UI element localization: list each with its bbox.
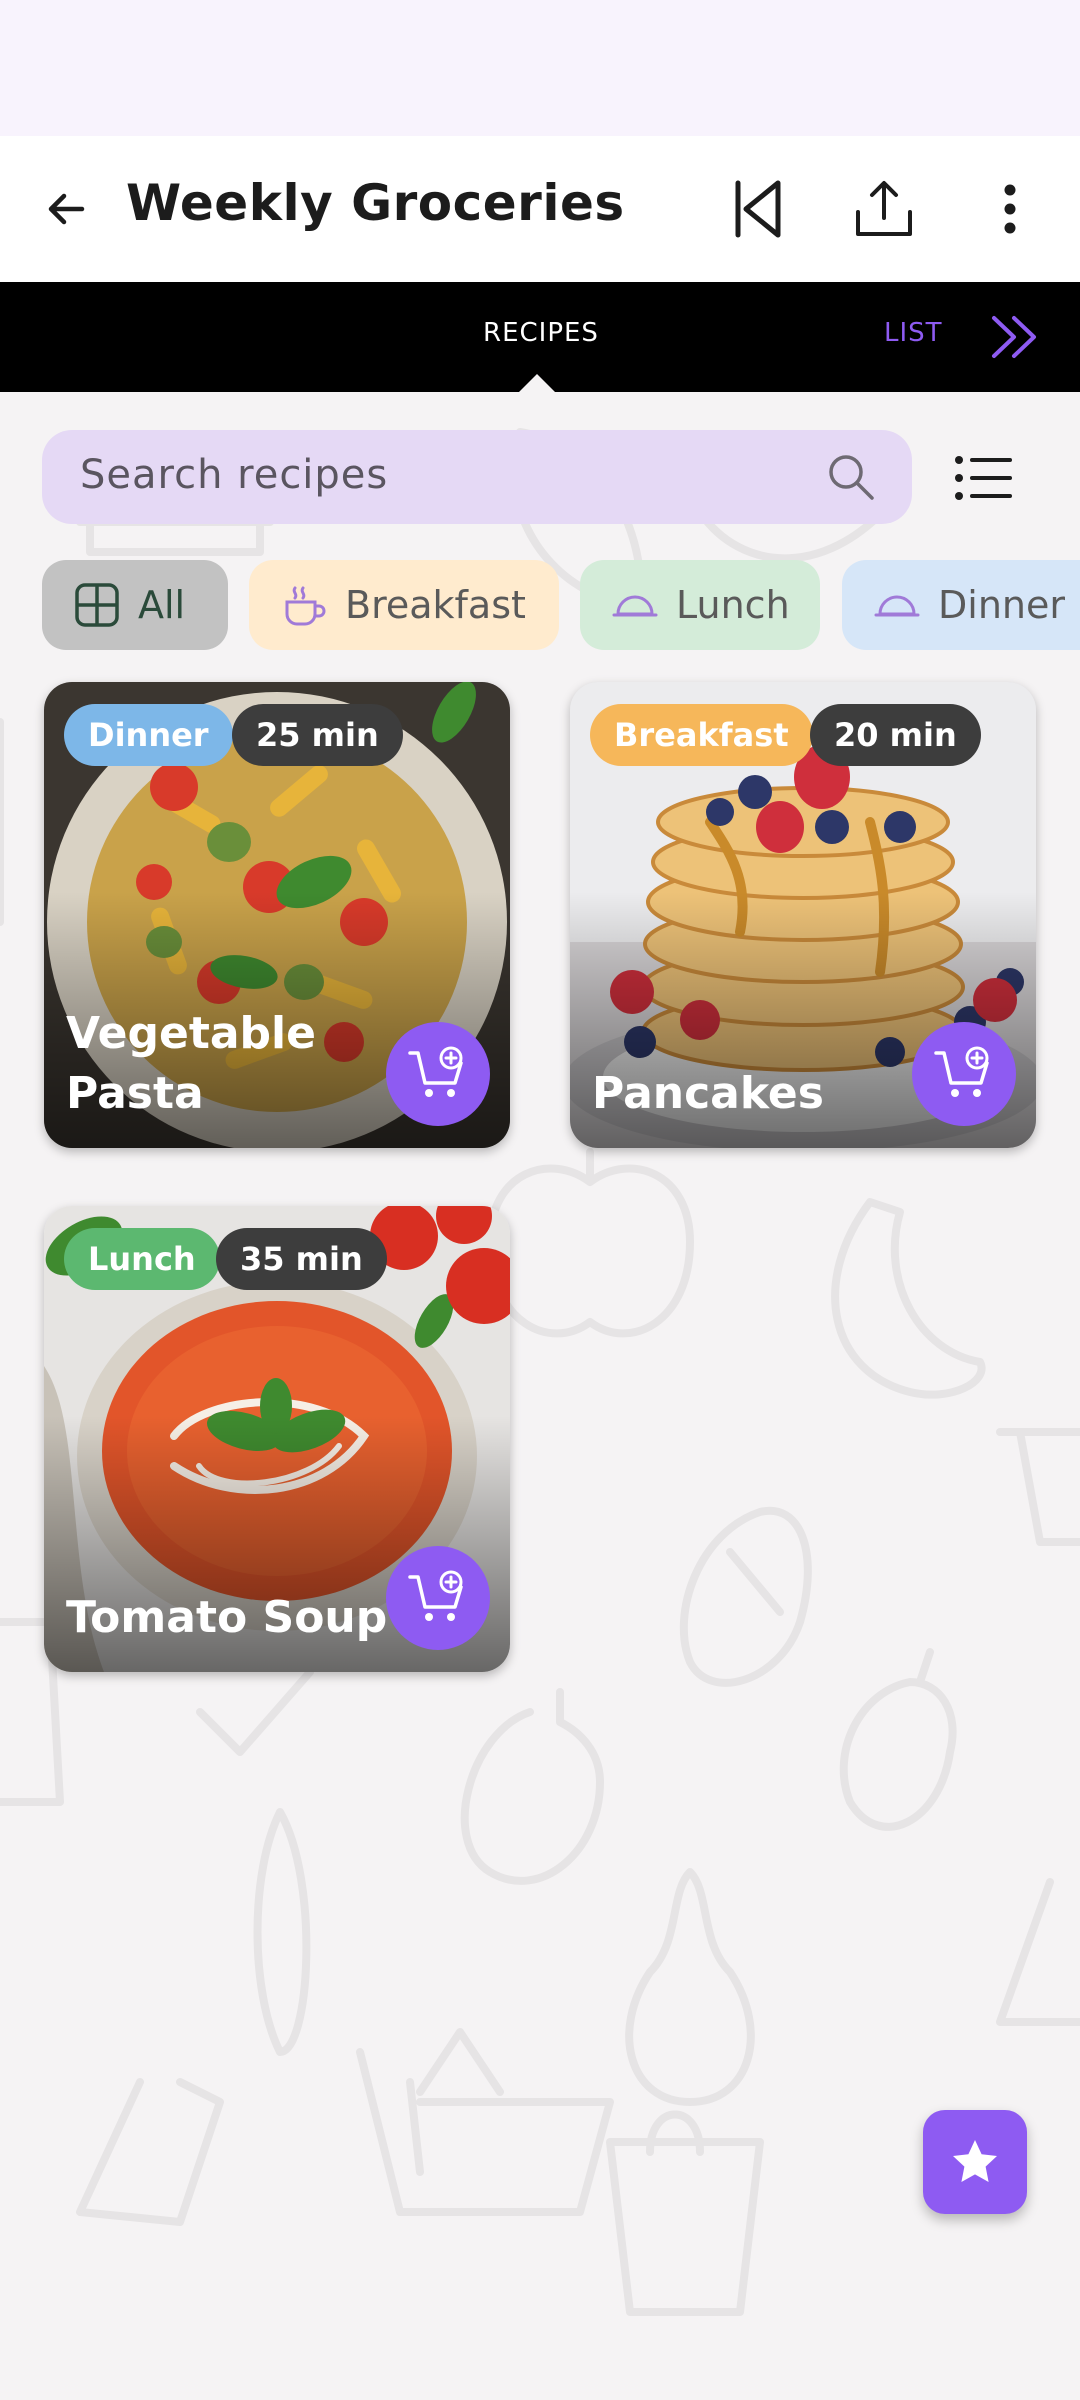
search-icon[interactable] [822,448,880,506]
list-bulleted-icon [955,456,1012,500]
share-button[interactable] [848,173,920,245]
skip-previous-button[interactable] [722,173,794,245]
category-badge: Breakfast [590,704,813,766]
app-bar: Weekly Groceries [0,136,1080,282]
chip-breakfast[interactable]: Breakfast [249,560,559,650]
category-badge: Lunch [64,1228,220,1290]
add-to-cart-button[interactable] [386,1546,490,1650]
chip-all-label: All [138,583,186,627]
search-placeholder: Search recipes [80,452,389,498]
double-chevron-right-icon[interactable] [990,312,1044,362]
chip-lunch[interactable]: Lunch [580,560,820,650]
chip-breakfast-label: Breakfast [345,583,526,627]
time-badge: 35 min [216,1228,387,1290]
tab-recipes[interactable]: RECIPES [483,318,599,348]
add-shopping-cart-icon [408,1570,463,1621]
recipe-card-vegetable-pasta[interactable]: Dinner 25 min Vegetable Pasta [44,682,510,1148]
recipe-name: Tomato Soup [66,1592,388,1643]
recipe-card-tomato-soup[interactable]: Lunch 35 min Tomato Soup [44,1206,510,1672]
time-badge: 20 min [810,704,981,766]
chip-dinner-label: Dinner [938,583,1065,627]
active-tab-indicator [517,374,557,394]
chip-dinner[interactable]: Dinner [842,560,1080,650]
tab-bar: RECIPES LIST [0,282,1080,394]
skip-previous-icon [735,180,781,238]
time-badge: 25 min [232,704,403,766]
tab-list[interactable]: LIST [884,318,943,348]
cloche-icon [612,582,658,628]
add-shopping-cart-icon [934,1046,989,1097]
more-options-button[interactable] [974,173,1046,245]
add-to-cart-button[interactable] [386,1022,490,1126]
search-bar[interactable]: Search recipes [42,430,912,524]
add-shopping-cart-icon [408,1046,463,1097]
grid-icon [74,582,120,628]
coffee-cup-icon [281,582,327,628]
back-button[interactable] [30,173,102,245]
category-badge: Dinner [64,704,233,766]
add-to-cart-button[interactable] [912,1022,1016,1126]
share-upload-icon [856,181,912,236]
star-icon [953,2140,997,2182]
cloche-icon [874,582,920,628]
favorites-fab[interactable] [923,2110,1027,2214]
arrow-left-icon [48,193,85,225]
recipe-name: Pancakes [592,1068,824,1119]
chip-lunch-label: Lunch [676,583,790,627]
more-vert-icon [1004,184,1016,234]
recipe-card-pancakes[interactable]: Breakfast 20 min Pancakes [570,682,1036,1148]
status-bar [0,0,1080,136]
page-title: Weekly Groceries [126,174,625,232]
recipe-name: Vegetable Pasta [66,1008,316,1119]
chip-all[interactable]: All [42,560,228,650]
list-view-button[interactable] [944,440,1024,516]
